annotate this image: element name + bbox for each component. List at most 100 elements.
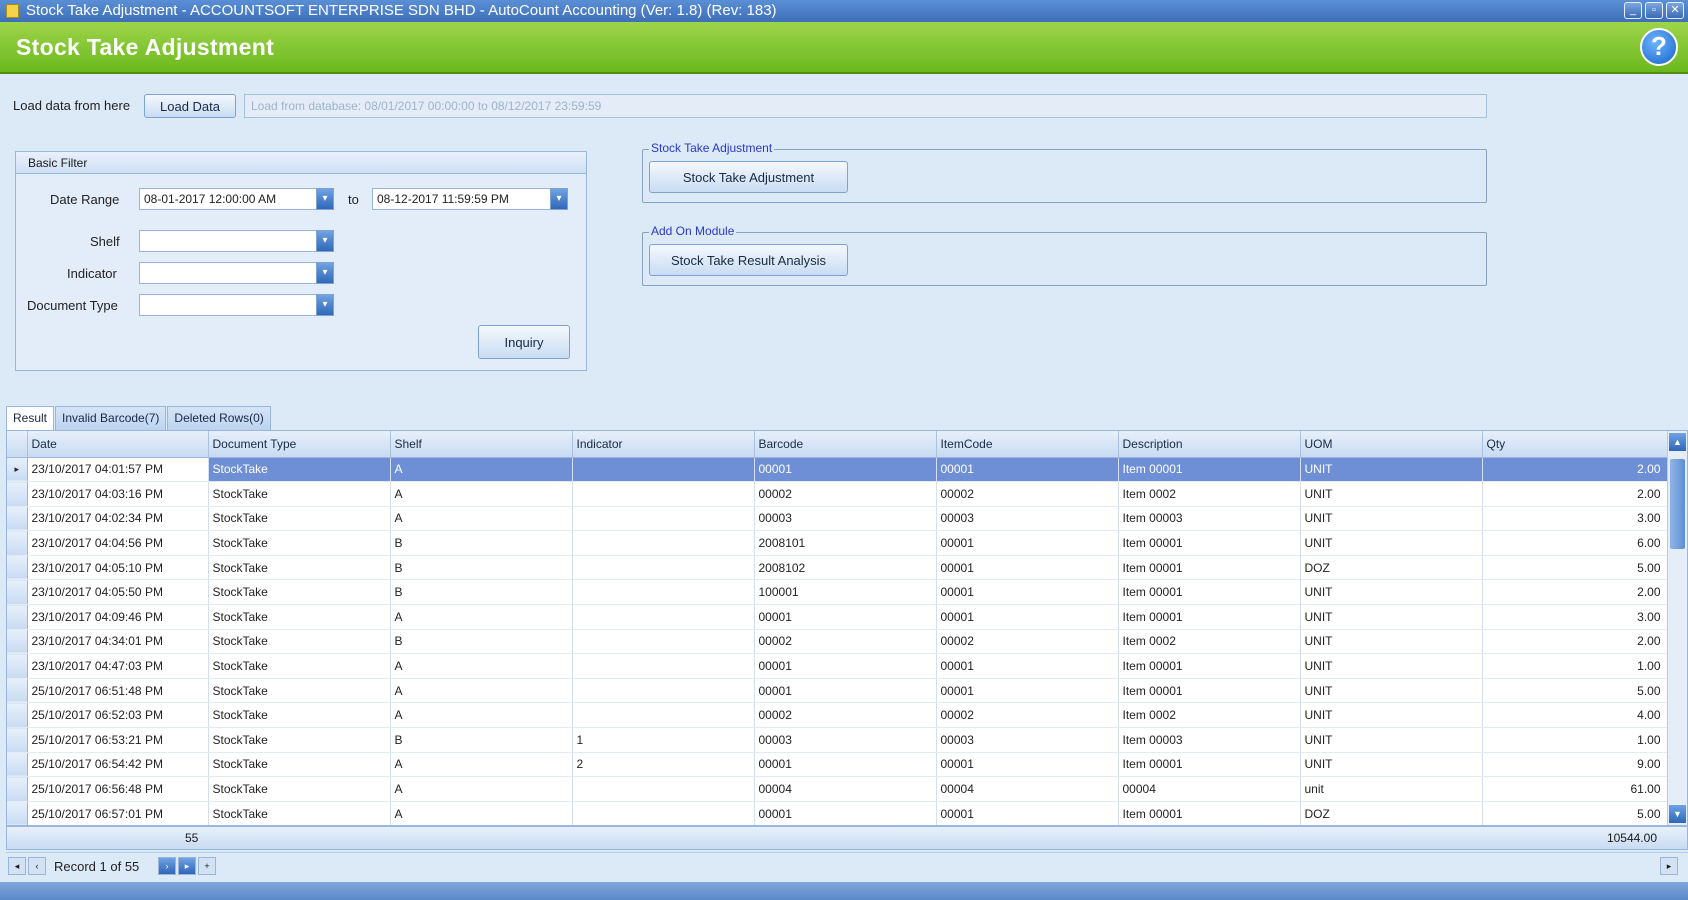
table-row[interactable]: 25/10/2017 06:56:48 PM StockTake A 00004 000… xyxy=(7,776,1668,802)
table-row[interactable]: 23/10/2017 04:02:34 PM StockTake A 00003 000… xyxy=(7,506,1668,532)
table-cell[interactable]: StockTake xyxy=(208,653,391,679)
navigator-end-icon[interactable]: ▸ xyxy=(1660,857,1678,875)
table-cell[interactable]: UNIT xyxy=(1300,727,1483,753)
table-cell[interactable]: StockTake xyxy=(208,579,391,606)
table-cell[interactable]: A xyxy=(390,752,573,778)
table-cell[interactable]: StockTake xyxy=(208,506,391,532)
table-cell[interactable]: 9.00 xyxy=(1482,752,1668,778)
table-cell[interactable]: Item 0002 xyxy=(1118,629,1301,655)
table-cell[interactable] xyxy=(572,629,755,655)
table-cell[interactable]: A xyxy=(390,653,573,679)
table-cell[interactable]: A xyxy=(390,776,573,802)
row-indicator[interactable] xyxy=(7,629,28,655)
result-grid[interactable]: Date Document Type Shelf Indicator Barcode It… xyxy=(6,430,1688,826)
column-header[interactable]: UOM xyxy=(1300,431,1483,458)
row-indicator[interactable] xyxy=(7,481,28,507)
scroll-up-icon[interactable]: ▲ xyxy=(1669,433,1686,451)
table-cell[interactable]: 00002 xyxy=(754,481,937,507)
document-type-dropdown-icon[interactable]: ▾ xyxy=(316,294,334,316)
table-cell[interactable]: 2008101 xyxy=(754,530,937,556)
table-cell[interactable]: 25/10/2017 06:57:01 PM xyxy=(27,801,209,825)
table-cell[interactable]: 23/10/2017 04:05:10 PM xyxy=(27,555,209,581)
table-cell[interactable]: B xyxy=(390,579,573,606)
table-cell[interactable]: 5.00 xyxy=(1482,555,1668,581)
table-cell[interactable]: StockTake xyxy=(208,481,391,507)
table-cell[interactable]: 00002 xyxy=(754,629,937,655)
table-cell[interactable]: 00001 xyxy=(936,579,1119,606)
table-cell[interactable]: B xyxy=(390,629,573,655)
table-cell[interactable]: A xyxy=(390,801,573,825)
table-cell[interactable]: 2 xyxy=(572,752,755,778)
table-cell[interactable]: Item 00003 xyxy=(1118,727,1301,753)
restore-icon[interactable]: ▫ xyxy=(1645,2,1663,19)
row-indicator[interactable] xyxy=(7,776,28,802)
date-from-field[interactable]: 08-01-2017 12:00:00 AM xyxy=(139,188,321,210)
table-cell[interactable]: DOZ xyxy=(1300,555,1483,581)
table-cell[interactable]: StockTake xyxy=(208,776,391,802)
table-cell[interactable]: 2.00 xyxy=(1482,457,1668,483)
table-cell[interactable]: 2.00 xyxy=(1482,579,1668,606)
table-cell[interactable]: 2.00 xyxy=(1482,629,1668,655)
table-cell[interactable]: 25/10/2017 06:54:42 PM xyxy=(27,752,209,778)
minimize-icon[interactable]: _ xyxy=(1624,2,1642,19)
table-cell[interactable]: Item 00001 xyxy=(1118,678,1301,704)
table-cell[interactable]: 2.00 xyxy=(1482,481,1668,507)
table-cell[interactable]: 00001 xyxy=(754,801,937,825)
row-indicator[interactable] xyxy=(7,506,28,532)
row-indicator[interactable] xyxy=(7,752,28,778)
table-row[interactable]: 25/10/2017 06:54:42 PM StockTake A 2 00001 00… xyxy=(7,752,1668,778)
table-row[interactable]: 23/10/2017 04:34:01 PM StockTake B 00002 000… xyxy=(7,629,1668,655)
table-cell[interactable]: 25/10/2017 06:51:48 PM xyxy=(27,678,209,704)
table-cell[interactable]: 25/10/2017 06:52:03 PM xyxy=(27,702,209,729)
table-cell[interactable]: 00004 xyxy=(1118,776,1301,802)
table-cell[interactable]: UNIT xyxy=(1300,629,1483,655)
date-to-dropdown-icon[interactable]: ▾ xyxy=(550,188,568,210)
grid-vertical-scrollbar[interactable]: ▲ ▼ xyxy=(1667,431,1687,825)
table-row[interactable]: 23/10/2017 04:04:56 PM StockTake B 2008101 0… xyxy=(7,530,1668,556)
table-cell[interactable]: UNIT xyxy=(1300,604,1483,630)
table-cell[interactable]: Item 00001 xyxy=(1118,579,1301,606)
row-indicator[interactable] xyxy=(7,530,28,556)
tab-invalid-barcode[interactable]: Invalid Barcode(7) xyxy=(55,406,167,430)
table-cell[interactable]: StockTake xyxy=(208,727,391,753)
table-cell[interactable]: A xyxy=(390,457,573,483)
table-cell[interactable]: 23/10/2017 04:09:46 PM xyxy=(27,604,209,630)
help-icon[interactable]: ? xyxy=(1640,28,1678,66)
table-cell[interactable]: 00001 xyxy=(754,653,937,679)
table-cell[interactable] xyxy=(572,481,755,507)
table-cell[interactable]: 5.00 xyxy=(1482,678,1668,704)
row-indicator[interactable]: ▸ xyxy=(7,457,28,483)
table-cell[interactable]: 00001 xyxy=(936,457,1119,483)
load-data-button[interactable]: Load Data xyxy=(144,94,236,118)
column-header[interactable]: ItemCode xyxy=(936,431,1119,458)
table-cell[interactable] xyxy=(572,579,755,606)
table-cell[interactable]: 00003 xyxy=(754,727,937,753)
stock-take-adjustment-button[interactable]: Stock Take Adjustment xyxy=(649,161,848,193)
add-record-icon[interactable]: + xyxy=(198,857,216,875)
table-cell[interactable]: 00001 xyxy=(754,457,937,483)
table-cell[interactable]: 00001 xyxy=(754,604,937,630)
inquiry-button[interactable]: Inquiry xyxy=(478,325,570,359)
table-cell[interactable] xyxy=(572,653,755,679)
date-from-dropdown-icon[interactable]: ▾ xyxy=(316,188,334,210)
table-cell[interactable]: StockTake xyxy=(208,530,391,556)
shelf-dropdown-icon[interactable]: ▾ xyxy=(316,230,334,252)
table-cell[interactable]: 00003 xyxy=(936,727,1119,753)
next-record-icon[interactable]: › xyxy=(158,857,176,875)
table-cell[interactable]: B xyxy=(390,727,573,753)
table-cell[interactable]: 00002 xyxy=(936,702,1119,729)
table-cell[interactable]: Item 00001 xyxy=(1118,752,1301,778)
table-row[interactable]: 23/10/2017 04:47:03 PM StockTake A 00001 000… xyxy=(7,653,1668,679)
close-icon[interactable]: ✕ xyxy=(1666,2,1684,19)
table-cell[interactable]: B xyxy=(390,555,573,581)
table-cell[interactable]: A xyxy=(390,678,573,704)
table-cell[interactable] xyxy=(572,506,755,532)
column-header[interactable]: Description xyxy=(1118,431,1301,458)
document-type-field[interactable] xyxy=(139,294,321,316)
table-cell[interactable]: 00001 xyxy=(936,604,1119,630)
table-cell[interactable]: 100001 xyxy=(754,579,937,606)
column-header[interactable]: Document Type xyxy=(208,431,391,458)
table-cell[interactable]: 3.00 xyxy=(1482,506,1668,532)
table-cell[interactable]: 00003 xyxy=(936,506,1119,532)
table-cell[interactable]: UNIT xyxy=(1300,481,1483,507)
